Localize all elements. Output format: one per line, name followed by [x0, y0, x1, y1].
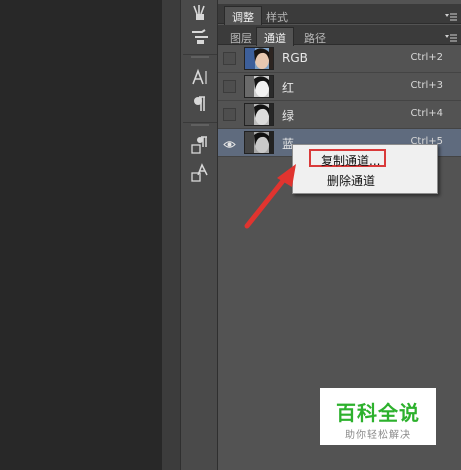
watermark-title: 百科全说: [336, 401, 420, 425]
watermark-logo: 百科全说 助你轻松解决: [320, 388, 436, 445]
watermark-subtitle: 助你轻松解决: [345, 430, 411, 441]
